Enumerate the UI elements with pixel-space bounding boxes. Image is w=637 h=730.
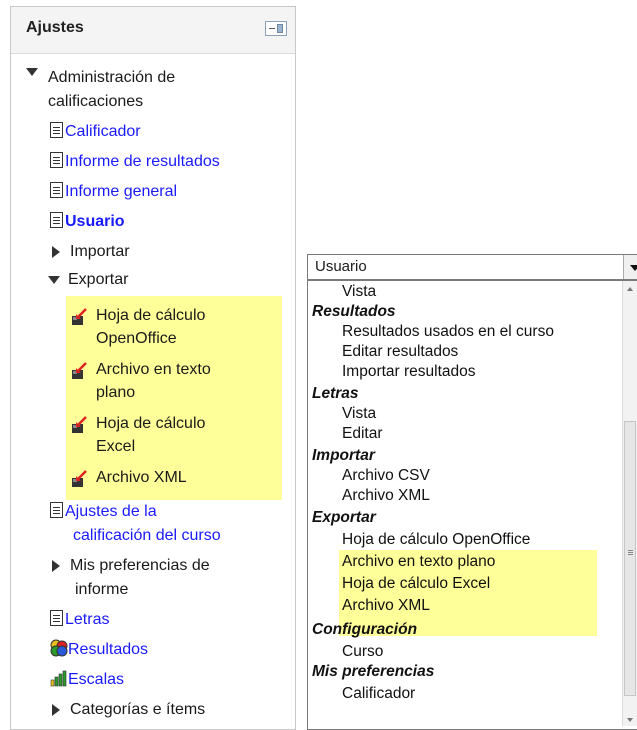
tree-node-exportar[interactable]: Exportar [48, 268, 128, 292]
tree-node-mis-preferencias[interactable]: Mis preferencias de [52, 554, 210, 578]
document-icon [50, 212, 63, 228]
collapsed-arrow-icon [52, 245, 60, 258]
nav-link-label[interactable]: Calificador [65, 123, 141, 140]
importar-label[interactable]: Importar [70, 243, 130, 260]
exportar-label[interactable]: Exportar [68, 271, 128, 288]
document-icon [50, 610, 63, 626]
nav-link-label[interactable]: Informe de resultados [65, 153, 220, 170]
scroll-thumb[interactable] [624, 421, 636, 696]
optgroup-exportar: Exportar [312, 509, 376, 526]
report-select[interactable]: Usuario [307, 254, 637, 280]
nav-link-label[interactable]: Letras [65, 611, 109, 628]
optgroup-letras: Letras [312, 385, 359, 402]
optgroup-mis-preferencias: Mis preferencias [312, 663, 435, 680]
option-resultados-usados[interactable]: Resultados usados en el curso [342, 322, 554, 342]
option-export-xml[interactable]: Archivo XML [342, 596, 430, 616]
admin-label-line1[interactable]: Administración de [48, 66, 175, 90]
block-header: Ajustes [11, 7, 295, 54]
chevron-down-icon[interactable] [623, 255, 637, 279]
scroll-up-icon[interactable] [627, 287, 633, 291]
nav-link-label[interactable]: Resultados [68, 641, 148, 658]
document-icon [50, 122, 63, 138]
document-icon [50, 502, 63, 518]
mis-pref-label-line2[interactable]: informe [75, 578, 128, 602]
option-vista[interactable]: Vista [342, 282, 376, 302]
tree-node-importar[interactable]: Importar [52, 240, 130, 264]
export-label-line2[interactable]: Excel [96, 435, 135, 458]
export-label-line1[interactable]: Archivo en texto [96, 358, 211, 381]
export-label-line2[interactable]: plano [96, 381, 135, 404]
export-icon [72, 416, 87, 433]
nav-item-ajustes[interactable]: Ajustes de la [50, 500, 157, 524]
export-icon [72, 470, 87, 487]
expanded-arrow-icon [26, 67, 38, 76]
option-archivo-xml-import[interactable]: Archivo XML [342, 486, 430, 506]
select-value: Usuario [315, 258, 367, 275]
dropdown-scrollbar[interactable] [622, 281, 637, 726]
option-editar-resultados[interactable]: Editar resultados [342, 342, 458, 362]
nav-link-label[interactable]: Informe general [65, 183, 177, 200]
option-export-texto[interactable]: Archivo en texto plano [342, 552, 495, 572]
option-archivo-csv[interactable]: Archivo CSV [342, 466, 430, 486]
categorias-label[interactable]: Categorías e ítems [70, 701, 205, 718]
optgroup-importar: Importar [312, 447, 375, 464]
export-icon [72, 308, 87, 325]
optgroup-resultados: Resultados [312, 303, 396, 320]
document-icon [50, 182, 63, 198]
option-editar-letras[interactable]: Editar [342, 424, 383, 444]
collapsed-arrow-icon [52, 559, 60, 572]
scroll-down-icon[interactable] [627, 718, 633, 722]
nav-item-calificador[interactable]: Calificador [50, 120, 141, 144]
nav-item-resultados[interactable]: Resultados [50, 638, 148, 662]
option-export-openoffice[interactable]: Hoja de cálculo OpenOffice [342, 530, 530, 550]
nav-link-label[interactable]: Ajustes de la [65, 503, 157, 520]
tree-node-admin[interactable] [26, 66, 46, 90]
export-label-line1[interactable]: Hoja de cálculo [96, 412, 205, 435]
option-calificador[interactable]: Calificador [342, 684, 415, 704]
nav-item-informe-general[interactable]: Informe general [50, 180, 177, 204]
export-label-line1[interactable]: Hoja de cálculo [96, 304, 205, 327]
block-title: Ajustes [26, 19, 84, 36]
nav-item-informe-resultados[interactable]: Informe de resultados [50, 150, 220, 174]
dock-block-icon[interactable] [265, 21, 287, 36]
nav-item-letras[interactable]: Letras [50, 608, 109, 632]
option-vista-letras[interactable]: Vista [342, 404, 376, 424]
nav-link-label[interactable]: Escalas [68, 671, 124, 688]
export-icon [72, 362, 87, 379]
results-icon [50, 639, 68, 657]
mis-pref-label-line1[interactable]: Mis preferencias de [70, 557, 210, 574]
document-icon [50, 152, 63, 168]
nav-item-escalas[interactable]: Escalas [50, 668, 124, 692]
option-importar-resultados[interactable]: Importar resultados [342, 362, 476, 382]
option-curso[interactable]: Curso [342, 642, 383, 662]
expanded-arrow-icon [48, 275, 60, 284]
export-label-line2[interactable]: OpenOffice [96, 327, 177, 350]
nav-item-usuario[interactable]: Usuario [50, 210, 125, 234]
tree-node-categorias[interactable]: Categorías e ítems [52, 698, 205, 722]
option-export-excel[interactable]: Hoja de cálculo Excel [342, 574, 490, 594]
scales-icon [50, 670, 67, 687]
export-label[interactable]: Archivo XML [96, 466, 187, 489]
admin-label-line2[interactable]: calificaciones [48, 90, 143, 114]
collapsed-arrow-icon [52, 703, 60, 716]
nav-link-label-line2[interactable]: calificación del curso [73, 524, 221, 548]
optgroup-configuracion: Configuración [312, 621, 418, 638]
nav-link-label[interactable]: Usuario [65, 213, 125, 230]
